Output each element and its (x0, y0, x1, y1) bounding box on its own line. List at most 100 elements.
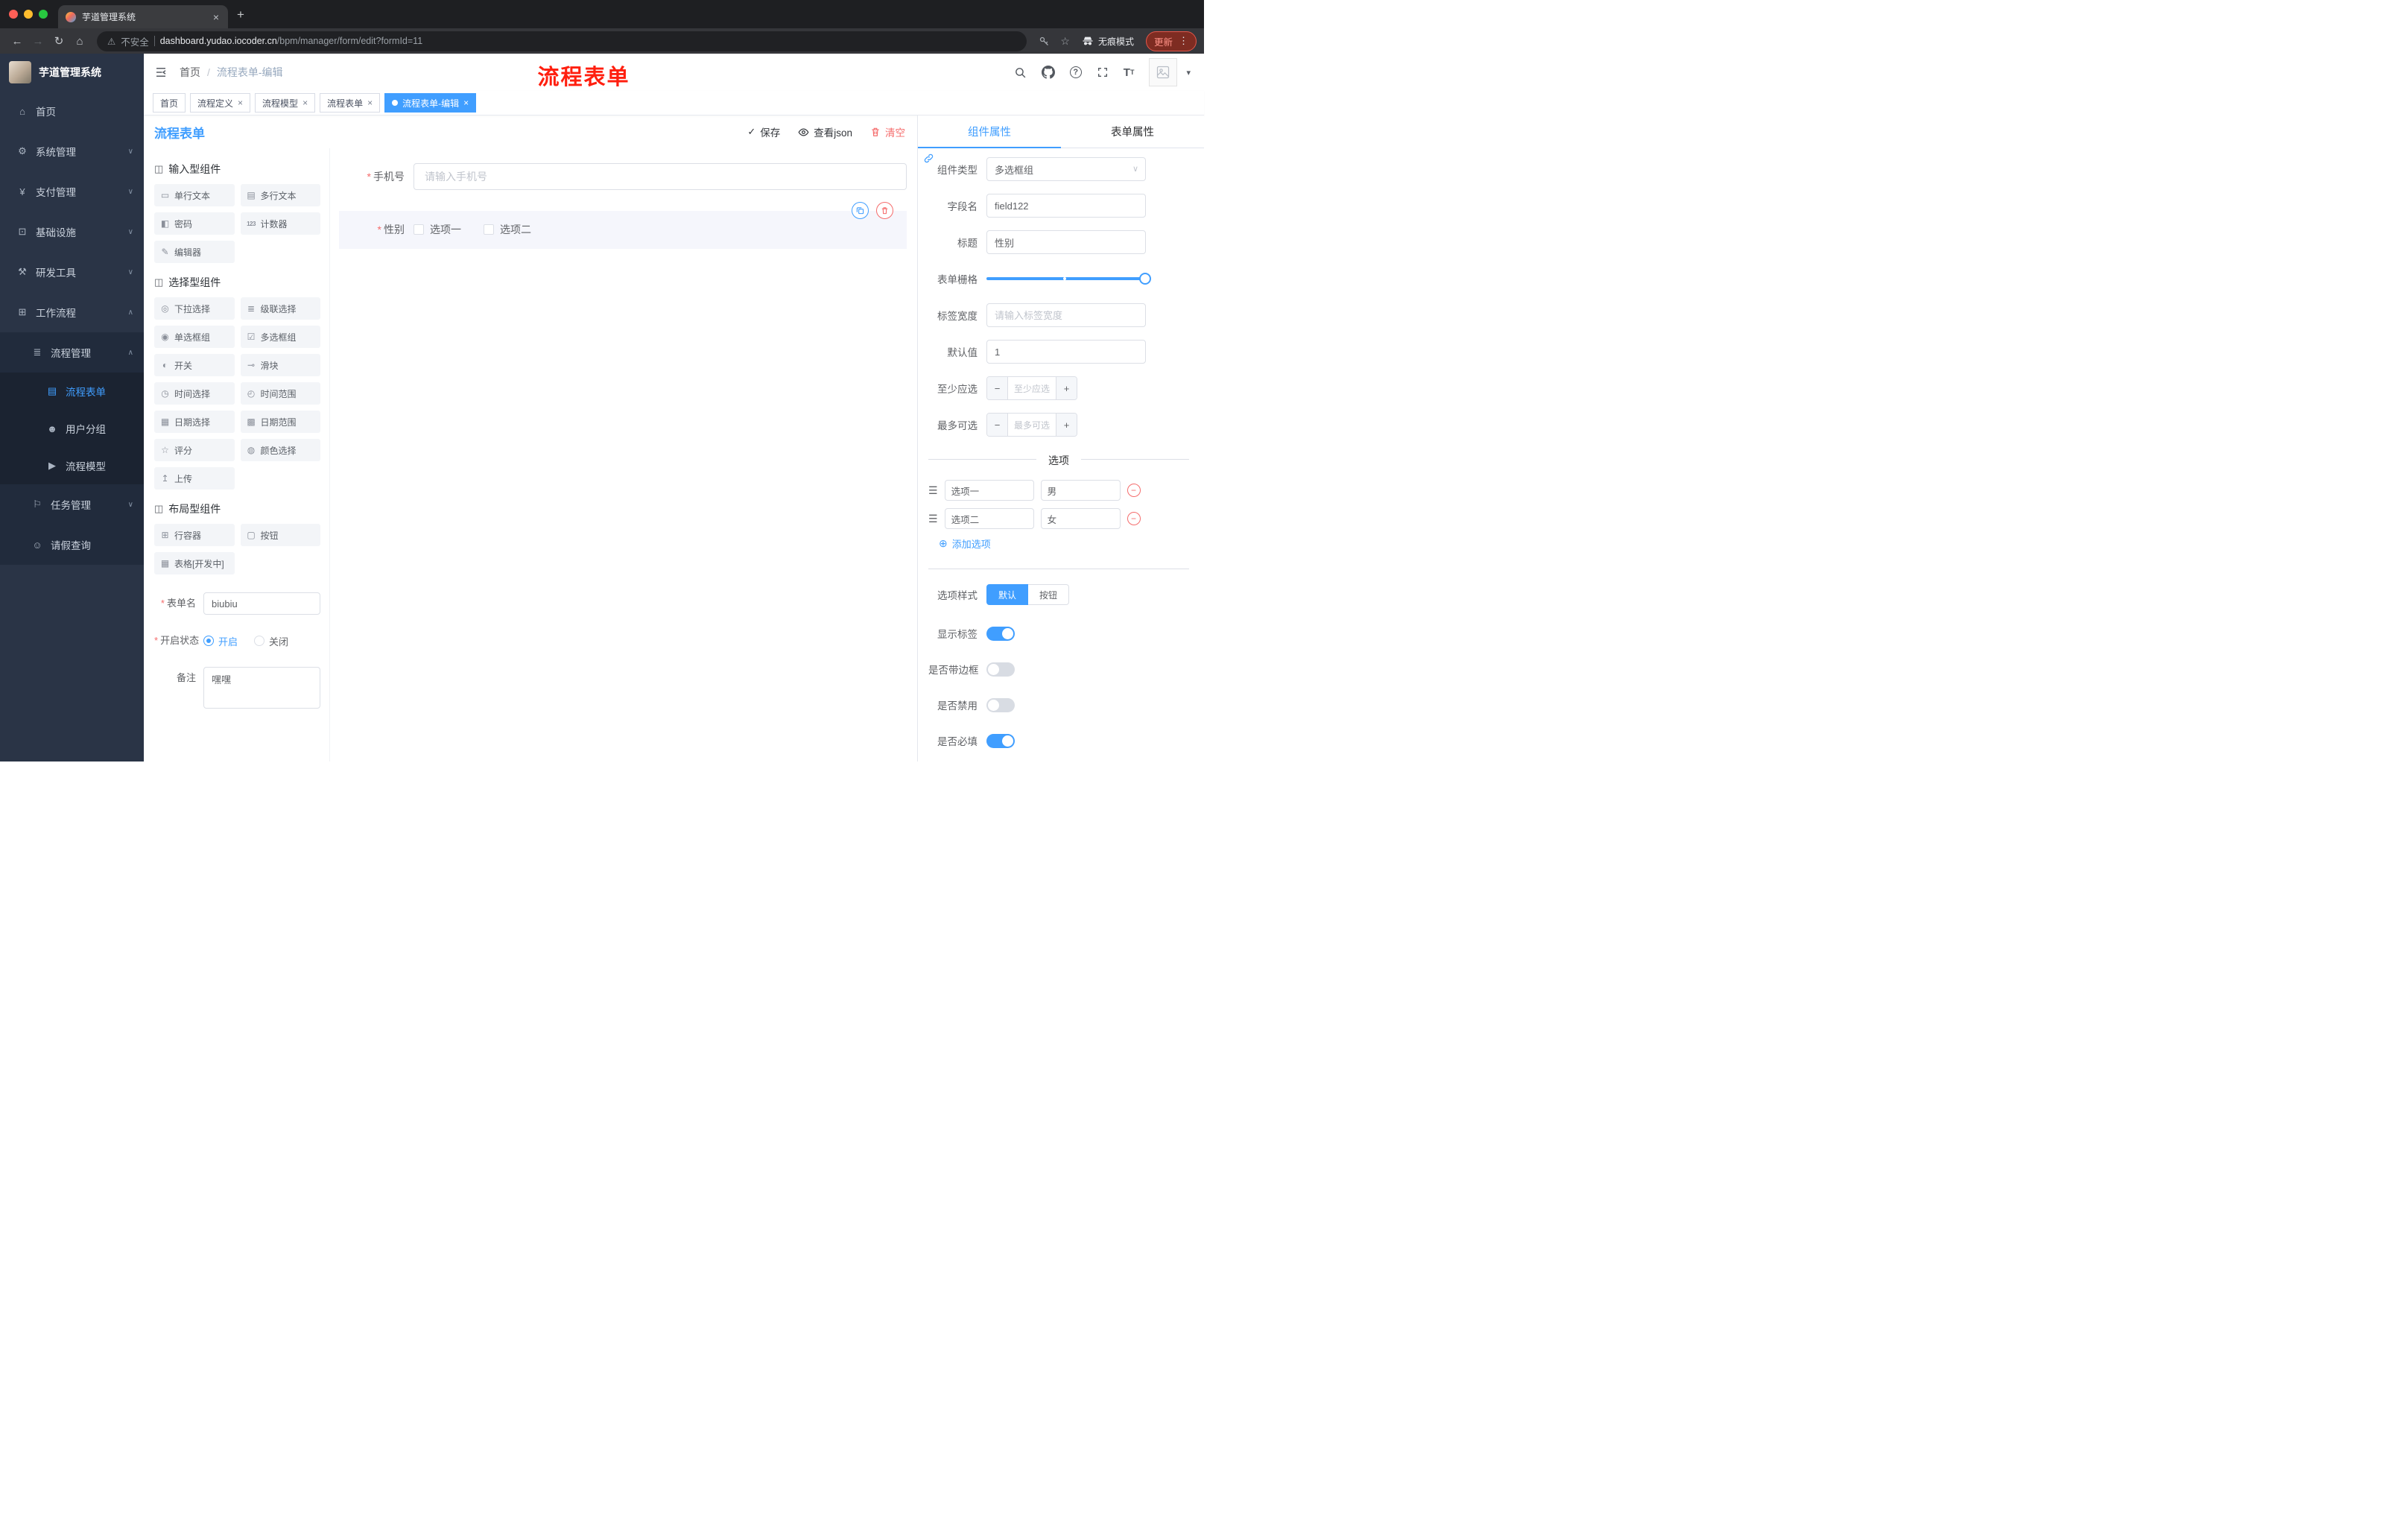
sidebar-item-process-model[interactable]: ▶ 流程模型 (0, 447, 144, 484)
update-chip[interactable]: 更新 ⋮ (1145, 31, 1197, 51)
breadcrumb-home[interactable]: 首页 (180, 65, 200, 80)
remove-option-button[interactable]: − (1127, 484, 1141, 497)
palette-item-counter[interactable]: 123 计数器 (240, 212, 320, 235)
option1-label-input[interactable] (944, 480, 1034, 501)
search-icon[interactable] (1014, 66, 1027, 79)
avatar[interactable] (1149, 58, 1178, 86)
palette-item-row-container[interactable]: ⊞ 行容器 (154, 524, 235, 546)
palette-item-switch[interactable]: ◐ 开关 (154, 354, 235, 376)
sidebar-item-process-form[interactable]: ▤ 流程表单 (0, 373, 144, 410)
palette-item-radio-group[interactable]: ◉ 单选框组 (154, 326, 235, 348)
sidebar-item-infrastructure[interactable]: ⊡ 基础设施 ∨ (0, 212, 144, 252)
decrease-button[interactable]: − (987, 414, 1008, 436)
palette-item-editor[interactable]: ✎ 编辑器 (154, 241, 235, 263)
tag-home[interactable]: 首页 (153, 93, 186, 113)
sidebar-item-workflow[interactable]: ⊞ 工作流程 ∧ (0, 292, 144, 332)
canvas-field-phone[interactable]: * 手机号 (339, 163, 907, 190)
tab-component-props[interactable]: 组件属性 (918, 115, 1061, 148)
canvas-field-gender-selected[interactable]: * 性别 选项一 选项二 (339, 202, 907, 249)
tag-close-icon[interactable]: × (302, 98, 308, 108)
home-button[interactable]: ⌂ (70, 31, 89, 51)
increase-button[interactable]: + (1056, 377, 1077, 399)
sidebar-item-process-management[interactable]: ≣ 流程管理 ∧ (0, 332, 144, 373)
decrease-button[interactable]: − (987, 377, 1008, 399)
required-switch[interactable] (986, 733, 1015, 748)
palette-item-multi-line-text[interactable]: ▤ 多行文本 (240, 184, 320, 206)
form-remark-textarea[interactable]: 嘿嘿 (203, 667, 320, 709)
field-name-input[interactable] (986, 194, 1146, 218)
palette-item-slider[interactable]: ⊸ 滑块 (240, 354, 320, 376)
sidebar-item-system-management[interactable]: ⚙ 系统管理 ∨ (0, 131, 144, 171)
style-default-button[interactable]: 默认 (986, 584, 1029, 605)
phone-input[interactable] (414, 163, 907, 190)
back-button[interactable]: ← (7, 31, 27, 51)
option1-value-input[interactable] (1040, 480, 1121, 501)
drag-handle-icon[interactable]: ☰ (928, 513, 938, 525)
palette-item-time-picker[interactable]: ◷ 时间选择 (154, 382, 235, 405)
help-icon[interactable]: ? (1069, 66, 1082, 78)
gender-option1-checkbox[interactable]: 选项一 (414, 222, 461, 237)
palette-item-table[interactable]: ▦ 表格[开发中] (154, 552, 235, 574)
sidebar-item-dev-tools[interactable]: ⚒ 研发工具 ∨ (0, 252, 144, 292)
save-button[interactable]: ✓ 保存 (747, 124, 780, 139)
default-value-input[interactable] (986, 340, 1146, 364)
palette-item-rate[interactable]: ☆ 评分 (154, 439, 235, 461)
remove-option-button[interactable]: − (1127, 512, 1141, 525)
label-width-input[interactable] (986, 303, 1146, 327)
drag-handle-icon[interactable]: ☰ (928, 484, 938, 497)
tag-close-icon[interactable]: × (463, 98, 469, 108)
palette-item-date-picker[interactable]: ▦ 日期选择 (154, 411, 235, 433)
password-key-icon[interactable] (1034, 36, 1054, 47)
tag-process-model[interactable]: 流程模型 × (255, 93, 316, 113)
palette-item-time-range[interactable]: ◴ 时间范围 (240, 382, 320, 405)
font-size-icon[interactable]: TT (1124, 66, 1135, 79)
palette-item-color-picker[interactable]: ◍ 颜色选择 (240, 439, 320, 461)
show-label-switch[interactable] (986, 626, 1015, 641)
tab-form-props[interactable]: 表单属性 (1061, 115, 1204, 148)
palette-item-select[interactable]: ◎ 下拉选择 (154, 297, 235, 320)
border-switch[interactable] (986, 662, 1015, 677)
copy-field-button[interactable] (852, 202, 869, 219)
title-input[interactable] (986, 230, 1146, 254)
sidebar-item-payment-management[interactable]: ¥ 支付管理 ∨ (0, 171, 144, 212)
form-grid-slider[interactable] (986, 267, 1151, 291)
disabled-switch[interactable] (986, 697, 1015, 712)
gender-option2-checkbox[interactable]: 选项二 (484, 222, 531, 237)
form-canvas[interactable]: * 手机号 请输入手机号 * 性别 选项一 选项二 (330, 148, 917, 762)
sidebar-item-leave-query[interactable]: ☺ 请假查询 (0, 525, 144, 565)
view-json-button[interactable]: 查看json (798, 124, 852, 139)
window-zoom-button[interactable] (39, 10, 48, 19)
bookmark-star-icon[interactable]: ☆ (1056, 35, 1074, 48)
clear-button[interactable]: 清空 (870, 124, 905, 139)
palette-item-button[interactable]: ▢ 按钮 (240, 524, 320, 546)
fullscreen-icon[interactable] (1097, 66, 1109, 78)
github-icon[interactable] (1041, 66, 1055, 79)
reload-button[interactable]: ↻ (49, 31, 69, 51)
window-minimize-button[interactable] (24, 10, 33, 19)
palette-item-checkbox-group[interactable]: ☑ 多选框组 (240, 326, 320, 348)
palette-item-date-range[interactable]: ▩ 日期范围 (240, 411, 320, 433)
option2-value-input[interactable] (1040, 508, 1121, 529)
tag-close-icon[interactable]: × (367, 98, 373, 108)
avatar-caret-icon[interactable]: ▾ (1186, 68, 1191, 77)
tag-process-definition[interactable]: 流程定义 × (190, 93, 251, 113)
max-select-placeholder[interactable]: 最多可选 (1008, 414, 1056, 436)
option2-label-input[interactable] (944, 508, 1034, 529)
component-type-select[interactable] (986, 157, 1146, 181)
min-select-placeholder[interactable]: 至少应选 (1008, 377, 1056, 399)
form-name-input[interactable] (203, 592, 320, 615)
sidebar-item-user-groups[interactable]: ☻ 用户分组 (0, 410, 144, 447)
style-button-button[interactable]: 按钮 (1028, 584, 1070, 605)
status-radio-on[interactable]: 开启 (203, 634, 238, 648)
field-link-icon[interactable] (923, 153, 934, 168)
sidebar-item-home[interactable]: ⌂ 首页 (0, 91, 144, 131)
tag-close-icon[interactable]: × (238, 98, 243, 108)
tag-process-form-edit[interactable]: 流程表单-编辑 × (384, 93, 477, 113)
palette-item-password[interactable]: ◧ 密码 (154, 212, 235, 235)
tab-close-icon[interactable]: × (212, 11, 221, 23)
sidebar-fold-icon[interactable] (154, 66, 168, 79)
sidebar-item-task-management[interactable]: ⚐ 任务管理 ∨ (0, 484, 144, 525)
add-option-button[interactable]: ⊕ 添加选项 (939, 536, 1189, 551)
palette-item-single-line-text[interactable]: ▭ 单行文本 (154, 184, 235, 206)
slider-handle[interactable] (1139, 273, 1151, 285)
